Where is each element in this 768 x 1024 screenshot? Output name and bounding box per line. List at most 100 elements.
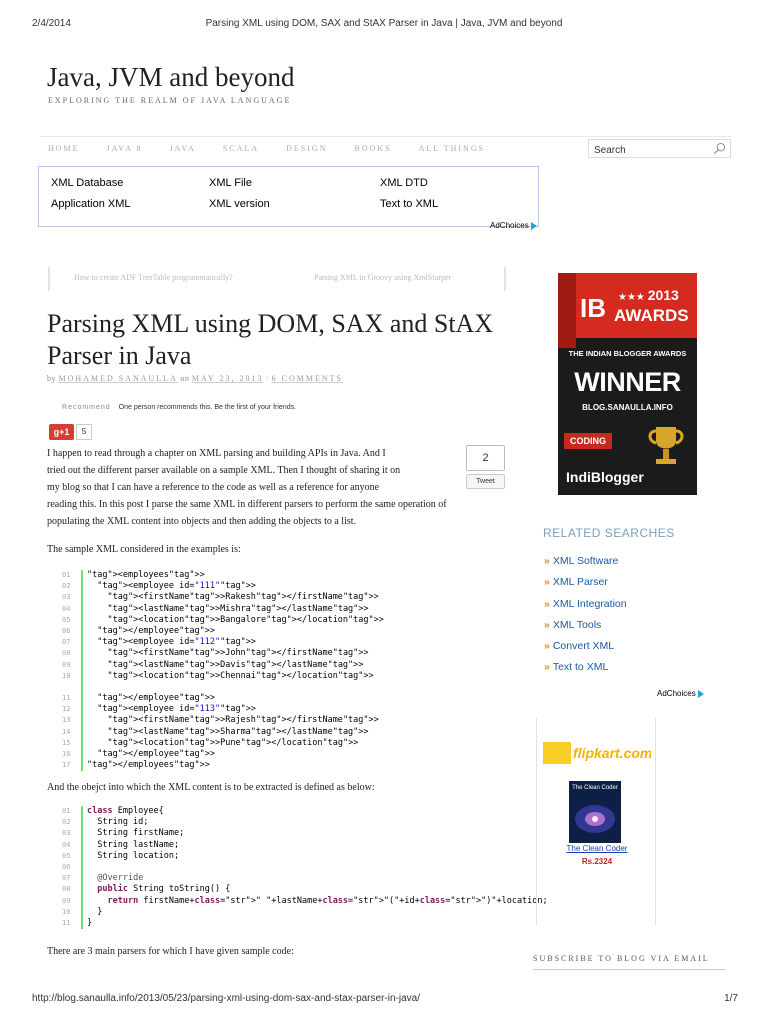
intro-line: my blog so that I can have a reference t… <box>47 482 380 493</box>
code-text: @Override <box>97 873 144 884</box>
code-text: class Employee{ <box>87 806 164 816</box>
related-label: Text to XML <box>552 661 609 673</box>
line-number: 02 <box>62 582 71 591</box>
java-code-line: 03 String firstName; <box>62 828 548 839</box>
nav-item-books[interactable]: BOOKS <box>354 144 391 153</box>
xml-code-line: 04 "tag"><lastName"tag">>Mishra"tag"></l… <box>62 604 384 615</box>
side-ad[interactable]: flipkart.com The Clean Coder The Clean C… <box>536 718 656 926</box>
badge-logo: IB <box>580 293 606 323</box>
line-number: 06 <box>62 626 71 635</box>
ad-link-xml-file[interactable]: XML File <box>209 177 252 189</box>
code-text: } <box>87 917 93 928</box>
related-arrow: » <box>544 619 550 631</box>
code-text: String lastName; <box>87 839 180 850</box>
nav-item-java[interactable]: JAVA <box>170 144 196 153</box>
flipkart-logo-text: flipkart.com <box>573 745 651 761</box>
java-code-line: 09 return firstName+class="str">" "+last… <box>62 896 548 907</box>
byline-separator: · <box>265 374 270 383</box>
java-code-line: 10 } <box>62 907 548 918</box>
search-box <box>588 139 731 159</box>
java-code-line: 02 String id; <box>62 817 548 828</box>
xml-code-line: 12 "tag"><employee id="113""tag">> <box>62 704 384 715</box>
byline-by: by <box>47 374 56 383</box>
xml-code-line: 05 "tag"><location"tag">>Bangalore"tag">… <box>62 615 384 626</box>
xml-code-line: 08 "tag"><firstName"tag">>John"tag"></fi… <box>62 648 384 659</box>
nav-item-java8[interactable]: JAVA 8 <box>107 144 143 153</box>
sample-xml-intro: The sample XML considered in the example… <box>47 544 241 555</box>
java-code-line: 07 @Override <box>62 873 548 884</box>
prev-post-link[interactable]: How to create ADF TreeTable programmatic… <box>74 273 233 282</box>
related-convert-xml[interactable]: » Convert XML <box>544 640 614 652</box>
related-text-to-xml[interactable]: » Text to XML <box>544 661 608 673</box>
code-text: "tag"><employees"tag">> <box>87 570 205 580</box>
trophy-icon <box>648 427 684 464</box>
related-label: Convert XML <box>552 640 615 652</box>
line-number: 07 <box>62 638 71 647</box>
gplus-button[interactable]: g+1 <box>49 424 74 440</box>
intro-line: reading this. In this post I parse the s… <box>47 499 447 510</box>
code-text: "tag"><lastName"tag">>Davis"tag"></lastN… <box>107 659 364 670</box>
ad-links-box: XML Database XML File XML DTD Applicatio… <box>38 166 539 227</box>
line-number: 09 <box>62 896 71 905</box>
book-title-link[interactable]: The Clean Coder <box>537 844 657 853</box>
nav-item-home[interactable]: HOME <box>48 144 80 153</box>
nav-item-all-things[interactable]: ALL THINGS <box>419 144 485 153</box>
code-text: String firstName; <box>87 828 185 839</box>
ad-link-xml-database[interactable]: XML Database <box>51 177 123 189</box>
line-number: 15 <box>62 738 71 747</box>
code-text: "tag"></employee"tag">> <box>97 625 215 636</box>
badge-blog: BLOG.SANAULLA.INFO <box>582 403 673 412</box>
post-navigation: How to create ADF TreeTable programmatic… <box>48 267 506 291</box>
book-cover[interactable]: The Clean Coder <box>569 781 621 843</box>
java-code-line: 04 String lastName; <box>62 840 548 851</box>
line-number: 16 <box>62 750 71 758</box>
site-tagline: EXPLORING THE REALM OF JAVA LANGUAGE <box>48 96 292 105</box>
line-number: 01 <box>62 807 71 815</box>
related-arrow: » <box>544 576 550 588</box>
adchoices-side[interactable]: AdChoices <box>657 689 704 698</box>
line-number: 04 <box>62 840 71 849</box>
search-icon[interactable] <box>713 142 726 155</box>
line-number: 04 <box>62 604 71 613</box>
related-arrow: » <box>544 661 550 673</box>
next-post-link[interactable]: Parsing XML in Groovy using XmlSlurper <box>314 273 451 282</box>
related-xml-tools[interactable]: » XML Tools <box>544 619 601 631</box>
line-number: 11 <box>62 918 71 927</box>
xml-code-line: 11 "tag"></employee"tag">> <box>62 693 384 704</box>
nav-item-design[interactable]: DESIGN <box>286 144 327 153</box>
related-arrow: » <box>544 598 550 610</box>
print-page-number: 1/7 <box>724 993 738 1004</box>
site-title[interactable]: Java, JVM and beyond <box>47 62 294 93</box>
flipkart-logo: flipkart.com <box>543 742 651 764</box>
search-input[interactable] <box>589 142 707 159</box>
facebook-recommend: Recommend One person recommends this. Be… <box>62 404 296 411</box>
ad-link-xml-dtd[interactable]: XML DTD <box>380 177 428 189</box>
xml-code-line: 17 "tag"></employees"tag">> <box>62 760 384 771</box>
code-text: "tag"><employee id="113""tag">> <box>97 704 256 715</box>
ad-link-xml-version[interactable]: XML version <box>209 198 270 210</box>
related-arrow: » <box>544 640 550 652</box>
line-number: 06 <box>62 862 71 871</box>
ad-link-application-xml[interactable]: Application XML <box>51 198 131 210</box>
indiblogger-award-badge[interactable]: IB ★★★ 2013 AWARDS THE INDIAN BLOGGER AW… <box>558 273 697 495</box>
xml-code-line: 07 "tag"><employee id="112""tag">> <box>62 637 384 648</box>
adchoices-top[interactable]: AdChoices <box>490 221 537 230</box>
recommend-button[interactable]: Recommend <box>62 404 111 411</box>
related-xml-software[interactable]: » XML Software <box>544 555 618 567</box>
xml-code-line: 09 "tag"><lastName"tag">>Davis"tag"></la… <box>62 660 384 671</box>
code-text: "tag"><location"tag">>Bangalore"tag"></l… <box>107 614 384 625</box>
line-number: 08 <box>62 885 71 894</box>
line-number: 05 <box>62 615 71 624</box>
related-xml-parser[interactable]: » XML Parser <box>544 576 608 588</box>
ad-link-text-to-xml[interactable]: Text to XML <box>380 198 438 210</box>
line-number: 03 <box>62 593 71 602</box>
tweet-button[interactable]: Tweet <box>466 474 505 489</box>
author-link[interactable]: MOHAMED SANAULLA <box>59 374 178 383</box>
nav-item-scala[interactable]: SCALA <box>223 144 259 153</box>
related-xml-integration[interactable]: » XML Integration <box>544 598 627 610</box>
main-nav: HOME JAVA 8 JAVA SCALA DESIGN BOOKS ALL … <box>48 144 512 153</box>
post-date-link[interactable]: MAY 23, 2013 <box>192 374 264 383</box>
comments-link[interactable]: 6 COMMENTS <box>272 374 343 383</box>
